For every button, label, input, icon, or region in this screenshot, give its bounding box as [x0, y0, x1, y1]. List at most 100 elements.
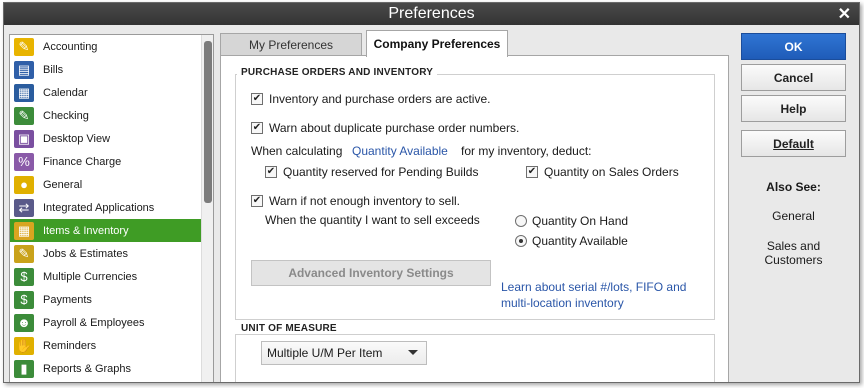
sidebar-item-general[interactable]: ● General [10, 173, 201, 196]
sidebar-item-items-inventory[interactable]: ▦ Items & Inventory [10, 219, 201, 242]
also-see-sales-customers-link[interactable]: Sales and Customers [741, 239, 846, 267]
sidebar-item-multiple-currencies[interactable]: $ Multiple Currencies [10, 265, 201, 288]
items-inventory-icon: ▦ [14, 221, 34, 240]
jobs-estimates-icon: ✎ [14, 244, 34, 263]
sidebar-item-label: Desktop View [43, 132, 111, 145]
inventory-active-row[interactable]: ✔ Inventory and purchase orders are acti… [251, 92, 490, 106]
tab-my-preferences[interactable]: My Preferences [220, 33, 362, 56]
window-title: Preferences [388, 5, 475, 22]
company-preferences-panel: PURCHASE ORDERS AND INVENTORY ✔ Inventor… [220, 55, 729, 382]
tab-company-preferences[interactable]: Company Preferences [366, 30, 508, 57]
preferences-category-list[interactable]: ✎ Accounting ▤ Bills ▦ Calendar ✎ Checking ▣ Desk… [9, 34, 214, 382]
reminders-icon: ✋ [14, 336, 34, 355]
bills-icon: ▤ [14, 60, 34, 79]
unit-of-measure-section-title: UNIT OF MEASURE [237, 323, 341, 334]
pending-builds-row[interactable]: ✔ Quantity reserved for Pending Builds [265, 165, 478, 179]
payroll-employees-icon: ☻ [14, 313, 34, 332]
warn-duplicate-checkbox[interactable]: ✔ [251, 122, 263, 134]
accounting-icon: ✎ [14, 37, 34, 56]
sidebar-item-calendar[interactable]: ▦ Calendar [10, 81, 201, 104]
unit-of-measure-select[interactable]: Multiple U/M Per Item [261, 341, 427, 365]
desktop-view-icon: ▣ [14, 129, 34, 148]
general-icon: ● [14, 175, 34, 194]
warn-not-enough-checkbox[interactable]: ✔ [251, 195, 263, 207]
learn-link-line1[interactable]: Learn about serial #/lots, FIFO and [501, 279, 711, 295]
category-items: ✎ Accounting ▤ Bills ▦ Calendar ✎ Checking ▣ Desk… [10, 35, 201, 380]
cancel-button[interactable]: Cancel [741, 64, 846, 91]
warn-not-enough-label: Warn if not enough inventory to sell. [269, 194, 460, 208]
sidebar-item-label: Finance Charge [43, 155, 122, 168]
sidebar-item-reminders[interactable]: ✋ Reminders [10, 334, 201, 357]
sidebar-item-label: Multiple Currencies [43, 270, 138, 283]
learn-serial-lots-link[interactable]: Learn about serial #/lots, FIFO and mult… [501, 279, 711, 311]
sidebar-item-bills[interactable]: ▤ Bills [10, 58, 201, 81]
integrated-applications-icon: ⇄ [14, 198, 34, 217]
help-button[interactable]: Help [741, 95, 846, 122]
finance-charge-icon: % [14, 152, 34, 171]
radio-quantity-available-row[interactable]: Quantity Available [515, 234, 628, 248]
also-see-sales-line2[interactable]: Customers [741, 253, 846, 267]
sidebar-item-label: Jobs & Estimates [43, 247, 128, 260]
sidebar-item-label: Reports & Graphs [43, 362, 132, 375]
sidebar-item-reports-graphs[interactable]: ▮ Reports & Graphs [10, 357, 201, 380]
sidebar-item-jobs-estimates[interactable]: ✎ Jobs & Estimates [10, 242, 201, 265]
radio-quantity-on-hand-row[interactable]: Quantity On Hand [515, 214, 628, 228]
payments-icon: $ [14, 290, 34, 309]
sidebar-item-payments[interactable]: $ Payments [10, 288, 201, 311]
sidebar-item-label: Payments [43, 293, 92, 306]
sidebar-scrollbar[interactable] [201, 35, 213, 382]
sidebar-item-checking[interactable]: ✎ Checking [10, 104, 201, 127]
sidebar-item-label: Reminders [43, 339, 97, 352]
inventory-active-label: Inventory and purchase orders are active… [269, 92, 491, 106]
radio-quantity-on-hand-label: Quantity On Hand [532, 214, 629, 228]
sidebar-item-payroll-employees[interactable]: ☻ Payroll & Employees [10, 311, 201, 334]
warn-duplicate-row[interactable]: ✔ Warn about duplicate purchase order nu… [251, 121, 519, 135]
sidebar-item-accounting[interactable]: ✎ Accounting [10, 35, 201, 58]
unit-of-measure-value: Multiple U/M Per Item [267, 346, 383, 360]
sales-orders-checkbox[interactable]: ✔ [526, 166, 538, 178]
checking-icon: ✎ [14, 106, 34, 125]
chevron-down-icon [408, 350, 418, 355]
also-see-general-link[interactable]: General [741, 209, 846, 223]
default-button[interactable]: Default [741, 130, 846, 157]
preference-tabs: My Preferences Company Preferences [220, 30, 730, 57]
sidebar-item-finance-charge[interactable]: % Finance Charge [10, 150, 201, 173]
multiple-currencies-icon: $ [14, 267, 34, 286]
sidebar-item-label: Payroll & Employees [43, 316, 145, 329]
also-see-sales-line1[interactable]: Sales and [741, 239, 846, 253]
advanced-inventory-settings-button[interactable]: Advanced Inventory Settings [251, 260, 491, 286]
scrollbar-thumb[interactable] [204, 41, 212, 203]
close-icon[interactable]: ✕ [838, 4, 851, 24]
calculating-prefix: When calculating [251, 144, 343, 158]
exceeds-text: When the quantity I want to sell exceeds [265, 213, 480, 227]
sidebar-item-integrated-applications[interactable]: ⇄ Integrated Applications [10, 196, 201, 219]
radio-quantity-available[interactable] [515, 235, 527, 247]
radio-quantity-available-label: Quantity Available [532, 234, 628, 248]
radio-quantity-on-hand[interactable] [515, 215, 527, 227]
reports-graphs-icon: ▮ [14, 359, 34, 378]
pending-builds-label: Quantity reserved for Pending Builds [283, 165, 479, 179]
sidebar-item-label: Calendar [43, 86, 88, 99]
sidebar-item-label: Items & Inventory [43, 224, 129, 237]
pending-builds-checkbox[interactable]: ✔ [265, 166, 277, 178]
purchase-orders-section-title: PURCHASE ORDERS AND INVENTORY [237, 67, 438, 78]
title-bar: Preferences ✕ [4, 3, 859, 25]
calculating-suffix: for my inventory, deduct: [461, 144, 592, 158]
sidebar-item-label: Checking [43, 109, 89, 122]
sidebar-item-desktop-view[interactable]: ▣ Desktop View [10, 127, 201, 150]
preferences-window: Preferences ✕ ✎ Accounting ▤ Bills ▦ Calendar… [3, 2, 860, 383]
sidebar-item-label: Bills [43, 63, 64, 76]
inventory-active-checkbox[interactable]: ✔ [251, 93, 263, 105]
also-see-title: Also See: [766, 180, 821, 194]
sales-orders-label: Quantity on Sales Orders [544, 165, 679, 179]
sales-orders-row[interactable]: ✔ Quantity on Sales Orders [526, 165, 679, 179]
quantity-available-link[interactable]: Quantity Available [352, 144, 448, 158]
warn-duplicate-label: Warn about duplicate purchase order numb… [269, 121, 520, 135]
sidebar-item-label: Accounting [43, 40, 98, 53]
sidebar-item-label: General [43, 178, 83, 191]
ok-button[interactable]: OK [741, 33, 846, 60]
warn-not-enough-row[interactable]: ✔ Warn if not enough inventory to sell. [251, 194, 460, 208]
learn-link-line2[interactable]: multi-location inventory [501, 295, 711, 311]
sidebar-item-label: Integrated Applications [43, 201, 155, 214]
calendar-icon: ▦ [14, 83, 34, 102]
